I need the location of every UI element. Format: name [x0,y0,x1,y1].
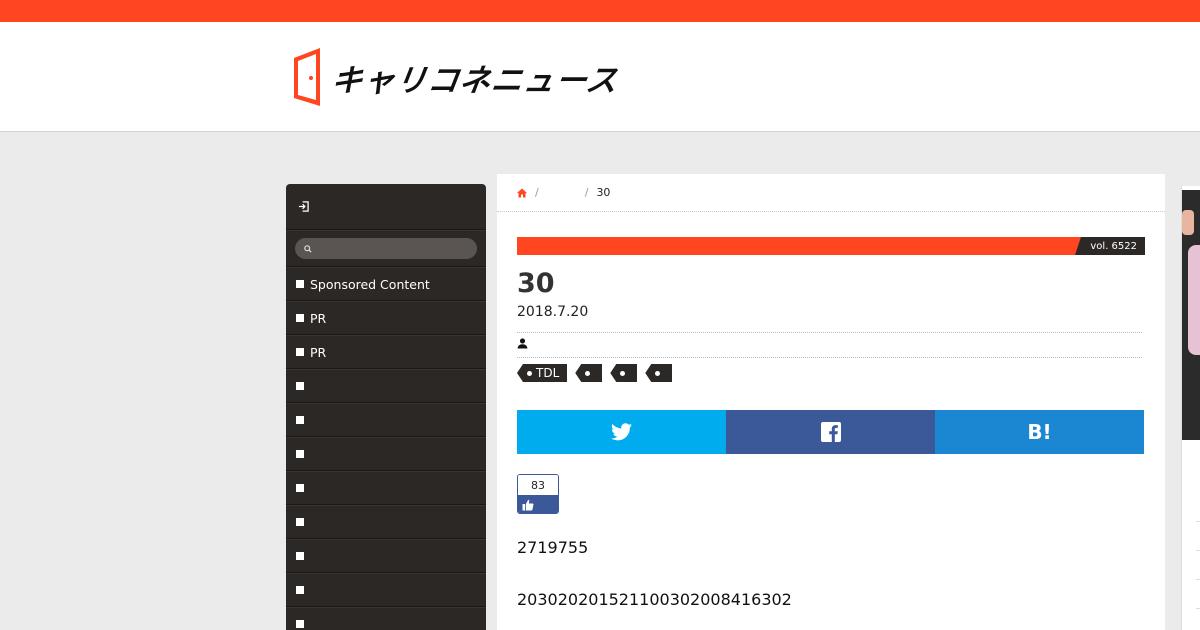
logo-door-icon [294,48,320,106]
bullet-square-icon [296,552,304,560]
login-icon [298,201,309,212]
site-header: キャリコネニュース [0,22,1200,132]
divider [1196,521,1200,522]
sidebar-item[interactable] [286,539,486,573]
breadcrumb-separator: / [584,186,589,199]
volume-bar: vol. 6522 [517,237,1145,255]
sidebar-item[interactable] [286,437,486,471]
hatena-bookmark-button[interactable]: B! [935,410,1144,454]
thumbs-up-icon [522,499,534,511]
sidebar-item[interactable] [286,471,486,505]
divider [517,332,1142,333]
tag-list: TDL [517,364,680,382]
bullet-square-icon [296,314,304,322]
sidebar-item-label: PR [310,344,327,360]
article-title: 30 [517,268,555,299]
article-author[interactable] [517,338,528,352]
article-paragraph: 2719755 [517,538,589,557]
tag-tdl[interactable]: TDL [517,364,568,382]
sidebar-item[interactable] [286,369,486,403]
article-paragraph: 2030202015211003020084163​02 [517,590,792,609]
twitter-icon [611,423,632,441]
twitter-share-button[interactable] [517,410,726,454]
tag[interactable] [575,364,603,382]
bullet-square-icon [296,450,304,458]
bullet-square-icon [296,620,304,628]
like-button[interactable] [518,495,558,513]
tag-dot-icon [655,370,661,376]
sidebar-item[interactable] [286,505,486,539]
facebook-icon [820,422,841,442]
tag[interactable] [645,364,673,382]
tag-dot-icon [527,370,532,376]
tag[interactable] [610,364,638,382]
image-detail [1188,245,1200,355]
site-logo[interactable]: キャリコネニュース [294,48,620,106]
home-icon[interactable] [517,188,527,198]
like-count: 83 [518,475,558,495]
tag-dot-icon [620,370,626,376]
sidebar-item-label: Sponsored Content [310,276,430,292]
sidebar-search-row [286,230,486,267]
volume-label: vol. 6522 [1075,237,1145,255]
hatena-label: B! [1027,420,1052,444]
breadcrumb-separator: / [535,186,539,199]
breadcrumb: / / 30 [497,174,1165,212]
article-card: / / 30 vol. 6522 30 2018.7.20 TDL B! 83 … [497,174,1165,630]
bullet-square-icon [296,484,304,492]
bullet-square-icon [296,518,304,526]
sidebar-item-label: PR [310,310,327,326]
top-accent-bar [0,0,1200,22]
sidebar-item-sponsored-content[interactable]: Sponsored Content [286,267,486,301]
search-icon [304,244,312,253]
sidebar-item[interactable] [286,573,486,607]
sidebar-item-pr-2[interactable]: PR [286,335,486,369]
facebook-like-box[interactable]: 83 [517,474,559,514]
divider [1196,579,1200,580]
divider [1196,550,1200,551]
bullet-square-icon [296,416,304,424]
divider [1196,608,1200,609]
share-bar: B! [517,410,1144,454]
bullet-square-icon [296,586,304,594]
bullet-square-icon [296,348,304,356]
tag-label: TDL [536,366,560,380]
facebook-share-button[interactable] [726,410,935,454]
divider [517,357,1142,358]
tag-dot-icon [585,370,591,376]
sidebar-item[interactable] [286,607,486,630]
side-card-image[interactable] [1182,190,1200,440]
sidebar-item-pr[interactable]: PR [286,301,486,335]
bullet-square-icon [296,382,304,390]
logo-text: キャリコネニュース [328,62,621,99]
login-button[interactable] [286,184,486,230]
image-detail [1182,210,1194,235]
bullet-square-icon [296,280,304,288]
article-date: 2018.7.20 [517,304,589,320]
breadcrumb-current: 30 [596,186,611,199]
person-icon [517,338,528,349]
search-input[interactable] [295,238,477,259]
sidebar: Sponsored Content PR PR [286,184,486,630]
sidebar-item[interactable] [286,403,486,437]
